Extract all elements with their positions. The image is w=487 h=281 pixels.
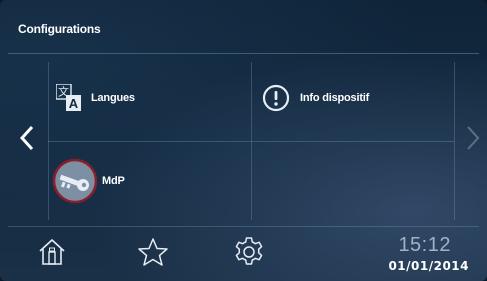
footer-divider [8, 226, 479, 227]
grid-divider [454, 62, 455, 220]
menu-item-info-dispositif[interactable]: Info dispositif [262, 80, 447, 116]
prev-page-button[interactable] [14, 118, 40, 162]
home-button[interactable] [30, 234, 74, 274]
home-icon [37, 237, 67, 272]
svg-text:A: A [69, 96, 79, 111]
gear-icon [233, 236, 265, 273]
menu-item-label: Langues [91, 92, 135, 104]
next-page-button[interactable] [460, 118, 486, 162]
star-icon [137, 237, 169, 272]
info-icon [262, 84, 290, 112]
chevron-left-icon [19, 125, 34, 156]
translate-icon: 文 A [55, 83, 82, 112]
clock-date: 01/01/2014 [388, 259, 469, 273]
page-title: Configurations [18, 22, 101, 36]
settings-button[interactable] [227, 234, 271, 274]
header: Configurations [0, 0, 487, 60]
menu-item-mdp[interactable]: MdP [52, 158, 245, 204]
key-icon [52, 158, 98, 204]
chevron-right-icon [466, 125, 480, 156]
clock-time: 15:12 [398, 234, 451, 256]
header-divider [8, 53, 479, 54]
screen: Configurations 文 A Langues Info disposit… [0, 0, 487, 281]
menu-item-label: Info dispositif [300, 92, 370, 104]
favorites-button[interactable] [131, 234, 175, 274]
grid-divider [48, 141, 454, 142]
menu-item-label: MdP [102, 175, 125, 187]
menu-item-langues[interactable]: 文 A Langues [55, 80, 246, 116]
